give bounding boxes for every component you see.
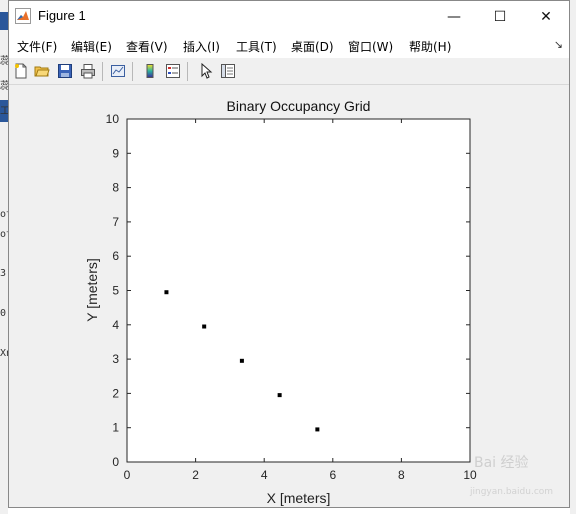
axes-plot[interactable]: Binary Occupancy Grid X [meters] Y [mete… — [9, 85, 569, 507]
toolbar — [9, 58, 569, 85]
window-title: Figure 1 — [38, 8, 86, 23]
x-tick-label: 6 — [329, 468, 336, 482]
occupied-cell-marker — [164, 290, 169, 295]
background-text: ot — [0, 209, 8, 220]
y-tick-label: 0 — [112, 455, 119, 469]
open-file-icon[interactable] — [33, 62, 51, 80]
y-tick-label: 8 — [112, 181, 119, 195]
menu-tools[interactable]: 工具(T) — [236, 38, 277, 55]
x-tick-label: 2 — [192, 468, 199, 482]
chart-title: Binary Occupancy Grid — [227, 98, 371, 114]
save-icon[interactable] — [56, 62, 74, 80]
colorbar-icon[interactable] — [141, 62, 159, 80]
background-text: 蕊 — [0, 81, 8, 92]
minimize-icon: — — [447, 8, 461, 25]
toolbar-separator — [132, 62, 133, 81]
y-tick-label: 7 — [112, 215, 119, 229]
background-text: 工 — [0, 106, 8, 117]
minimize-button[interactable]: — — [431, 1, 477, 32]
x-tick-label: 4 — [261, 468, 268, 482]
menu-desktop[interactable]: 桌面(D) — [291, 38, 334, 55]
occupied-cell-marker — [239, 358, 244, 363]
figure-canvas: Binary Occupancy Grid X [meters] Y [mete… — [9, 85, 569, 507]
x-axis-label: X [meters] — [267, 490, 331, 506]
menu-help[interactable]: 帮助(H) — [409, 38, 451, 55]
y-tick-label: 5 — [112, 284, 119, 298]
link-plot-icon[interactable] — [109, 62, 127, 80]
background-text: 0 — [0, 308, 7, 319]
dock-arrow-icon[interactable]: ↘ — [554, 38, 563, 51]
toolbar-separator — [187, 62, 188, 81]
edit-plot-arrow-icon[interactable] — [197, 62, 215, 80]
y-tick-label: 6 — [112, 249, 119, 263]
title-bar[interactable]: Figure 1 — ☐ ✕ — [9, 1, 569, 32]
toolbar-separator — [102, 62, 103, 81]
background-text: ot — [0, 229, 8, 240]
y-tick-label: 2 — [112, 386, 119, 400]
y-tick-label: 4 — [112, 318, 119, 332]
matlab-logo-icon — [15, 8, 31, 24]
axes-background — [126, 118, 471, 463]
menu-window[interactable]: 窗口(W) — [348, 38, 393, 55]
occupied-cell-marker — [315, 427, 320, 432]
x-tick-label: 8 — [398, 468, 405, 482]
background-ribbon — [0, 12, 8, 30]
watermark-url: jingyan.baidu.com — [470, 487, 554, 497]
occupied-cell-marker — [202, 324, 207, 329]
maximize-button[interactable]: ☐ — [477, 1, 523, 32]
property-inspector-icon[interactable] — [219, 62, 237, 80]
background-text: 3 — [0, 268, 7, 279]
new-figure-icon[interactable] — [12, 62, 30, 80]
menu-edit[interactable]: 编辑(E) — [71, 38, 112, 55]
y-axis-label: Y [meters] — [84, 258, 100, 322]
legend-icon[interactable] — [164, 62, 182, 80]
menu-file[interactable]: 文件(F) — [17, 38, 57, 55]
occupied-cell-marker — [277, 393, 282, 398]
close-button[interactable]: ✕ — [523, 1, 569, 32]
watermark-logo: Bai 经验 — [474, 455, 529, 471]
menu-bar: 文件(F) 编辑(E) 查看(V) 插入(I) 工具(T) 桌面(D) 窗口(W… — [9, 32, 569, 58]
y-tick-label: 3 — [112, 352, 119, 366]
y-tick-label: 9 — [112, 146, 119, 160]
print-icon[interactable] — [79, 62, 97, 80]
figure-window: Figure 1 — ☐ ✕ 文件(F) 编辑(E) 查看(V) 插入(I) 工… — [8, 0, 570, 508]
background-text: Xn — [0, 348, 8, 359]
background-app-right — [570, 0, 576, 514]
maximize-icon: ☐ — [493, 8, 507, 25]
close-icon: ✕ — [540, 8, 552, 25]
background-text: 蕊 — [0, 56, 8, 67]
menu-view[interactable]: 查看(V) — [126, 38, 168, 55]
x-tick-label: 0 — [124, 468, 131, 482]
y-tick-label: 10 — [106, 112, 120, 126]
menu-insert[interactable]: 插入(I) — [183, 38, 220, 55]
y-tick-label: 1 — [112, 421, 119, 435]
